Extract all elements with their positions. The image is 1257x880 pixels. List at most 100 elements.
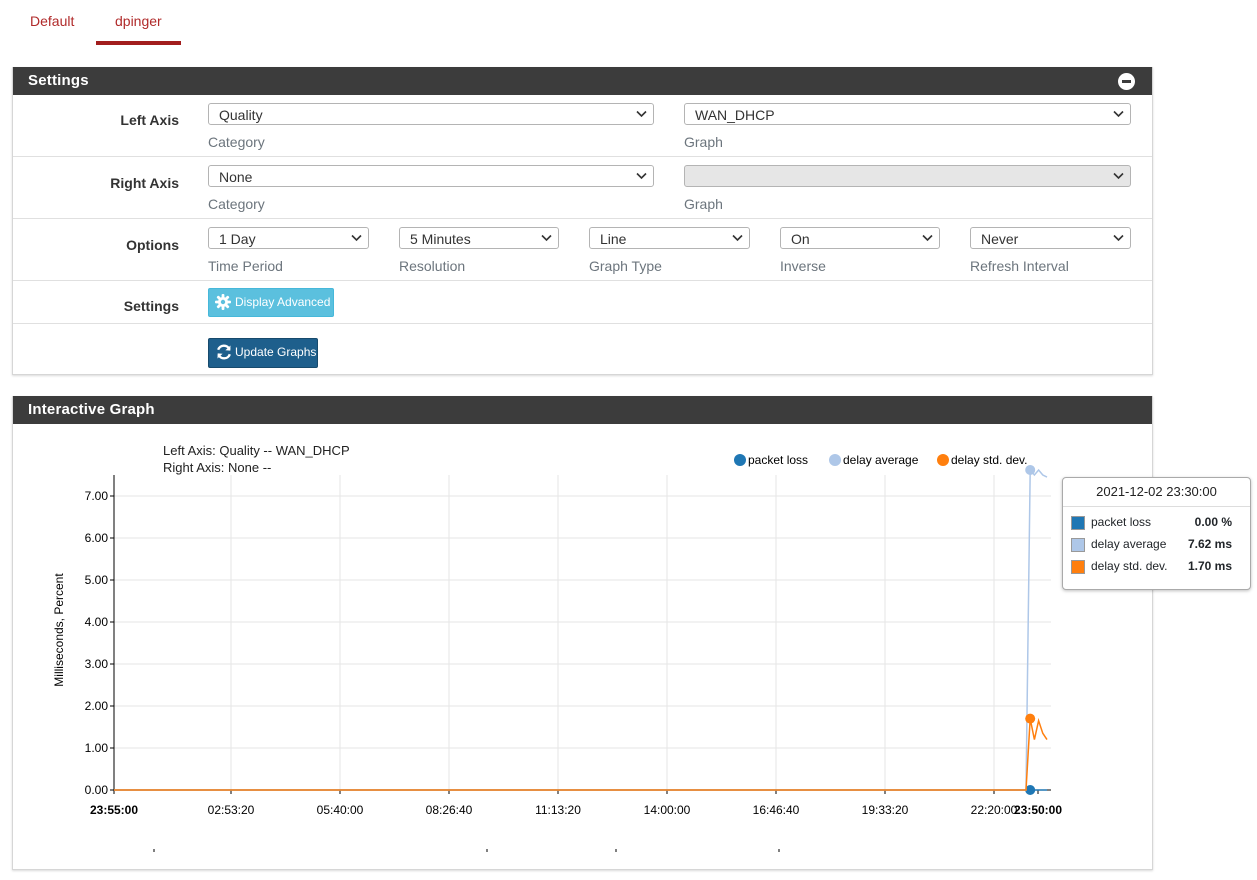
tab-dpinger[interactable]: dpinger (115, 13, 162, 29)
tooltip-value-delay-stddev: 1.70 ms (1187, 559, 1232, 573)
series-line-delay-average (114, 467, 1048, 791)
tooltip-swatch-delay-stddev (1071, 560, 1085, 574)
x-tick-label: 16:46:40 (753, 803, 800, 817)
update-graphs-label: Update Graphs (235, 345, 317, 359)
settings-row: Settings Display Advanced (13, 281, 1152, 324)
chevron-down-icon (351, 234, 362, 242)
left-axis-row: Left Axis Quality Category WAN_DHCP Grap… (13, 95, 1152, 157)
time-period-select[interactable]: 1 Day (208, 227, 369, 249)
tooltip-value-delay-average: 7.62 ms (1187, 537, 1232, 551)
x-tick-label: 05:40:00 (317, 803, 364, 817)
tooltip-name-delay-stddev: delay std. dev. (1091, 559, 1168, 573)
inverse-value: On (791, 231, 810, 247)
time-period-value: 1 Day (219, 231, 256, 247)
settings-panel-header: Settings (13, 67, 1152, 95)
settings-panel-title: Settings (28, 72, 89, 89)
graph-type-value: Line (600, 231, 627, 247)
quality-line-chart[interactable]: 0.00 1.00 2.00 3.00 4.00 5.00 6.00 7.00 23:55:00… (13, 424, 1150, 869)
chevron-down-icon (541, 234, 552, 242)
chart-grid (114, 475, 1051, 791)
left-axis-category-select[interactable]: Quality (208, 103, 654, 125)
options-label: Options (126, 237, 179, 253)
interactive-graph-panel: Interactive Graph 0.00 1.00 2.00 3.00 4.00 5.… (12, 396, 1251, 870)
tooltip-name-packet-loss: packet loss (1091, 515, 1152, 529)
y-tick-label: 5.00 (85, 573, 109, 587)
y-tick-label: 4.00 (85, 615, 109, 629)
tooltip-time: 2021-12-02 23:30:00 (1063, 478, 1250, 507)
chart-legend: packet loss delay average delay std. dev. (734, 453, 1028, 467)
series-line-delay-std-dev- (114, 717, 1048, 791)
left-axis-category-value: Quality (219, 107, 263, 123)
y-tick-label: 7.00 (85, 489, 109, 503)
resolution-value: 5 Minutes (410, 231, 471, 247)
settings-panel: Settings Left Axis Quality Category WAN_… (12, 67, 1153, 375)
x-tick-label: 11:13:20 (535, 803, 581, 817)
right-axis-category-help: Category (208, 196, 265, 212)
chart-tooltip: 2021-12-02 23:30:00 packet loss 0.00 % d… (1062, 477, 1251, 590)
right-axis-category-value: None (219, 169, 253, 185)
left-axis-category-help: Category (208, 134, 265, 150)
refresh-interval-help: Refresh Interval (970, 258, 1069, 274)
y-tick-label: 0.00 (85, 783, 109, 797)
legend-label-delay-std-dev-: delay std. dev. (951, 453, 1028, 467)
left-axis-graph-value: WAN_DHCP (695, 107, 775, 123)
x-tick-label: 22:20:00 (971, 803, 1018, 817)
tab-default[interactable]: Default (30, 13, 74, 29)
chevron-down-icon (636, 172, 647, 180)
legend-dot-delay-average (829, 454, 841, 466)
right-axis-category-select[interactable]: None (208, 165, 654, 187)
active-tab-indicator (96, 41, 181, 45)
legend-dot-delay-std-dev- (937, 454, 949, 466)
x-tick-label: 08:26:40 (426, 803, 473, 817)
y-tick-label: 1.00 (85, 741, 109, 755)
y-axis-label: Milliseconds, Percent (52, 573, 66, 687)
left-axis-graph-help: Graph (684, 134, 723, 150)
series-point-delay-std-dev- (1025, 713, 1036, 724)
y-tick-label: 2.00 (85, 699, 109, 713)
legend-dot-packet-loss (734, 454, 746, 466)
left-axis-label: Left Axis (120, 112, 179, 128)
right-axis-graph-select[interactable] (684, 165, 1131, 187)
graph-type-help: Graph Type (589, 258, 662, 274)
x-tick-label: 23:55:00 (90, 803, 138, 817)
right-axis-row: Right Axis None Category Graph (13, 157, 1152, 219)
x-tick-label: 19:33:20 (862, 803, 909, 817)
bottom-brush-ticks (153, 849, 780, 852)
legend-label-delay-average: delay average (843, 453, 919, 467)
graph-type-select[interactable]: Line (589, 227, 750, 249)
graph-header-right-axis: Right Axis: None -- (163, 460, 271, 475)
resolution-help: Resolution (399, 258, 466, 274)
collapse-minus-icon[interactable] (1118, 73, 1135, 90)
tooltip-swatch-packet-loss (1071, 516, 1085, 530)
right-axis-graph-help: Graph (684, 196, 723, 212)
tooltip-swatch-delay-average (1071, 538, 1085, 552)
chevron-down-icon (732, 234, 743, 242)
chevron-down-icon (636, 110, 647, 118)
left-axis-graph-select[interactable]: WAN_DHCP (684, 103, 1131, 125)
graph-panel-header: Interactive Graph (13, 396, 1152, 424)
update-row: Update Graphs (13, 324, 1152, 373)
inverse-help: Inverse (780, 258, 826, 274)
graph-header-left-axis: Left Axis: Quality -- WAN_DHCP (163, 443, 350, 458)
x-tick-label: 02:53:20 (208, 803, 255, 817)
right-axis-label: Right Axis (110, 175, 179, 191)
inverse-select[interactable]: On (780, 227, 940, 249)
settings-row-label: Settings (123, 298, 179, 314)
refresh-interval-select[interactable]: Never (970, 227, 1131, 249)
update-graphs-button[interactable]: Update Graphs (208, 338, 318, 368)
options-row: Options 1 Day Time Period 5 Minutes Reso… (13, 219, 1152, 281)
resolution-select[interactable]: 5 Minutes (399, 227, 559, 249)
refresh-icon (217, 344, 231, 360)
y-tick-label: 3.00 (85, 657, 109, 671)
chevron-down-icon (922, 234, 933, 242)
display-advanced-button[interactable]: Display Advanced (208, 288, 334, 317)
legend-label-packet-loss: packet loss (748, 453, 808, 467)
graph-panel-title: Interactive Graph (28, 401, 155, 418)
x-tick-label: 14:00:00 (644, 803, 691, 817)
tooltip-name-delay-average: delay average (1091, 537, 1167, 551)
x-tick-label: 23:50:00 (1014, 803, 1062, 817)
tooltip-value-packet-loss: 0.00 % (1194, 515, 1232, 529)
refresh-interval-value: Never (981, 231, 1019, 247)
chart-labels: Left Axis: Quality -- WAN_DHCP Right Axi… (52, 443, 350, 687)
chevron-down-icon (1113, 172, 1124, 180)
